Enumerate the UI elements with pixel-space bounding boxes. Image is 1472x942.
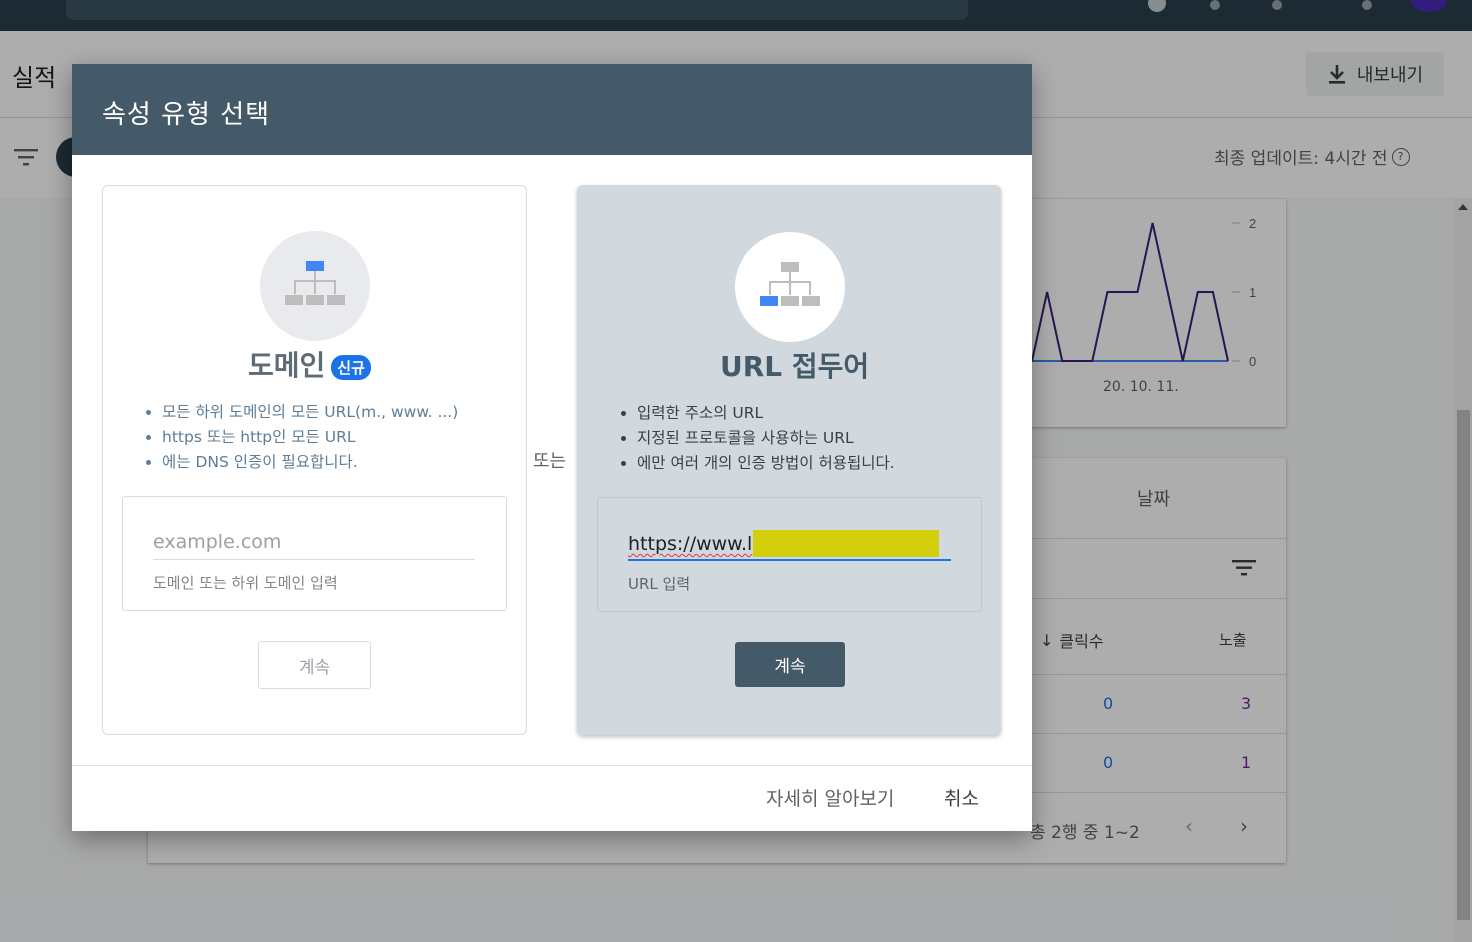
- list-item: https 또는 http인 모든 URL: [162, 425, 458, 450]
- list-item: 입력한 주소의 URL: [637, 401, 895, 426]
- url-input[interactable]: https://www.l: [628, 533, 752, 555]
- url-prefix-bullets: 입력한 주소의 URL 지정된 프로토콜을 사용하는 URL 에만 여러 개의 …: [615, 401, 895, 476]
- list-item: 에는 DNS 인증이 필요합니다.: [162, 450, 458, 475]
- url-prefix-icon-circle: [735, 232, 845, 342]
- or-label: 또는: [533, 451, 567, 472]
- domain-input[interactable]: example.com: [153, 531, 281, 553]
- sitemap-icon: [760, 262, 820, 306]
- url-helper-text: URL 입력: [628, 575, 691, 593]
- dialog-title: 속성 유형 선택: [102, 100, 271, 130]
- domain-continue-button[interactable]: 계속: [258, 641, 371, 689]
- input-underline-focused: [628, 559, 951, 561]
- list-item: 지정된 프로토콜을 사용하는 URL: [637, 426, 895, 451]
- dialog-footer-divider: [72, 765, 1032, 766]
- domain-icon-circle: [260, 231, 370, 341]
- domain-title: 도메인 신규: [248, 344, 371, 384]
- domain-option-card[interactable]: 도메인신규 모든 하위 도메인의 모든 URL(m., www. ...) ht…: [102, 185, 527, 735]
- list-item: 에만 여러 개의 인증 방법이 허용됩니다.: [637, 451, 895, 476]
- learn-more-link[interactable]: 자세히 알아보기: [766, 784, 894, 811]
- sitemap-icon: [285, 261, 345, 305]
- list-item: 모든 하위 도메인의 모든 URL(m., www. ...): [162, 400, 458, 425]
- domain-input-box: example.com 도메인 또는 하위 도메인 입력: [122, 496, 507, 611]
- url-prefix-title: URL 접두어: [720, 350, 870, 383]
- input-underline: [153, 559, 475, 560]
- property-type-dialog: 속성 유형 선택 도메인신규 모든 하위 도메인의 모든 URL(m., www…: [72, 64, 1032, 831]
- redaction-highlight: [753, 530, 939, 557]
- url-prefix-option-card[interactable]: URL 접두어 입력한 주소의 URL 지정된 프로토콜을 사용하는 URL 에…: [577, 185, 1001, 735]
- domain-bullets: 모든 하위 도메인의 모든 URL(m., www. ...) https 또는…: [140, 400, 458, 475]
- domain-helper-text: 도메인 또는 하위 도메인 입력: [153, 574, 338, 592]
- url-continue-button[interactable]: 계속: [735, 642, 845, 687]
- url-input-box: https://www.l URL 입력: [597, 497, 982, 612]
- domain-title-text: 도메인: [248, 349, 326, 382]
- new-badge: 신규: [331, 354, 371, 380]
- cancel-button[interactable]: 취소: [944, 784, 979, 811]
